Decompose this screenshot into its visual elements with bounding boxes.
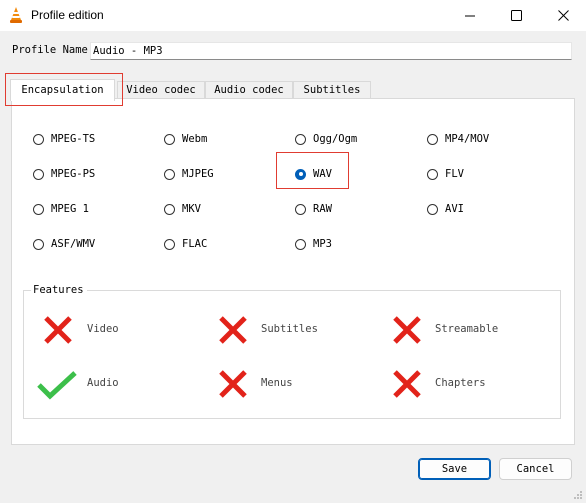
radio-label: FLAC bbox=[182, 238, 208, 250]
check-icon bbox=[37, 371, 77, 400]
cross-icon bbox=[219, 316, 247, 344]
wav-highlight-annotation bbox=[276, 152, 349, 189]
radio-raw[interactable]: RAW bbox=[295, 202, 332, 216]
radio-label: MJPEG bbox=[182, 168, 214, 180]
radio-label: MPEG 1 bbox=[51, 203, 89, 215]
resize-grip-icon[interactable] bbox=[573, 490, 583, 500]
radio-mpeg-ts[interactable]: MPEG-TS bbox=[33, 132, 95, 146]
radio-circle bbox=[164, 133, 175, 145]
radio-circle bbox=[33, 133, 44, 145]
radio-circle bbox=[164, 238, 175, 250]
radio-label: ASF/WMV bbox=[51, 238, 96, 250]
radio-circle bbox=[295, 203, 306, 215]
tab-label: Subtitles bbox=[303, 84, 361, 96]
tab-subtitles[interactable]: Subtitles bbox=[293, 81, 371, 98]
feature-audio-label: Audio bbox=[87, 377, 119, 389]
feature-streamable-label: Streamable bbox=[435, 323, 499, 335]
tab-label: Video codec bbox=[126, 84, 196, 96]
radio-mp4-mov[interactable]: MP4/MOV bbox=[427, 132, 489, 146]
minimize-icon bbox=[465, 15, 475, 16]
radio-circle bbox=[295, 133, 306, 145]
maximize-button[interactable] bbox=[493, 0, 539, 31]
radio-label: MP4/MOV bbox=[445, 133, 490, 145]
tab-label: Audio codec bbox=[214, 84, 284, 96]
radio-circle bbox=[164, 168, 175, 180]
cross-icon bbox=[393, 316, 421, 344]
radio-mpeg-1[interactable]: MPEG 1 bbox=[33, 202, 89, 216]
radio-circle bbox=[427, 168, 438, 180]
radio-circle bbox=[33, 168, 44, 180]
tab-video-codec[interactable]: Video codec bbox=[117, 81, 205, 98]
maximize-icon bbox=[510, 10, 522, 21]
radio-label: MPEG-TS bbox=[51, 133, 96, 145]
title-bar: Profile edition bbox=[0, 0, 586, 31]
radio-flac[interactable]: FLAC bbox=[164, 237, 207, 251]
radio-webm[interactable]: Webm bbox=[164, 132, 207, 146]
radio-mjpeg[interactable]: MJPEG bbox=[164, 167, 214, 181]
radio-asf-wmv[interactable]: ASF/WMV bbox=[33, 237, 95, 251]
feature-menus-label: Menus bbox=[261, 377, 293, 389]
close-button[interactable] bbox=[540, 0, 586, 31]
profile-name-input[interactable] bbox=[90, 42, 572, 60]
profile-name-label: Profile Name bbox=[12, 44, 88, 56]
cross-icon bbox=[44, 316, 72, 344]
tab-audio-codec[interactable]: Audio codec bbox=[205, 81, 293, 98]
radio-label: MP3 bbox=[313, 238, 332, 250]
cross-icon bbox=[219, 370, 247, 398]
radio-circle bbox=[33, 238, 44, 250]
radio-mkv[interactable]: MKV bbox=[164, 202, 201, 216]
radio-label: RAW bbox=[313, 203, 332, 215]
feature-subtitles-label: Subtitles bbox=[261, 323, 318, 335]
feature-video-label: Video bbox=[87, 323, 119, 335]
radio-ogg-ogm[interactable]: Ogg/Ogm bbox=[295, 132, 357, 146]
feature-chapters-label: Chapters bbox=[435, 377, 486, 389]
radio-circle bbox=[295, 238, 306, 250]
features-groupbox bbox=[23, 290, 561, 419]
features-title: Features bbox=[31, 284, 87, 296]
cross-icon bbox=[393, 370, 421, 398]
radio-label: FLV bbox=[445, 168, 464, 180]
window-title: Profile edition bbox=[31, 8, 104, 22]
radio-circle bbox=[33, 203, 44, 215]
save-button[interactable]: Save bbox=[418, 458, 491, 480]
radio-circle bbox=[427, 203, 438, 215]
radio-circle bbox=[164, 203, 175, 215]
radio-mp3[interactable]: MP3 bbox=[295, 237, 332, 251]
radio-label: Webm bbox=[182, 133, 208, 145]
radio-flv[interactable]: FLV bbox=[427, 167, 464, 181]
radio-label: AVI bbox=[445, 203, 464, 215]
minimize-button[interactable] bbox=[447, 0, 493, 31]
close-icon bbox=[557, 10, 569, 21]
radio-label: MKV bbox=[182, 203, 201, 215]
radio-circle bbox=[427, 133, 438, 145]
cancel-button[interactable]: Cancel bbox=[499, 458, 572, 480]
radio-mpeg-ps[interactable]: MPEG-PS bbox=[33, 167, 95, 181]
tab-highlight-annotation bbox=[5, 73, 123, 106]
radio-label: Ogg/Ogm bbox=[313, 133, 358, 145]
radio-label: MPEG-PS bbox=[51, 168, 96, 180]
radio-avi[interactable]: AVI bbox=[427, 202, 464, 216]
vlc-cone-icon bbox=[10, 7, 22, 23]
